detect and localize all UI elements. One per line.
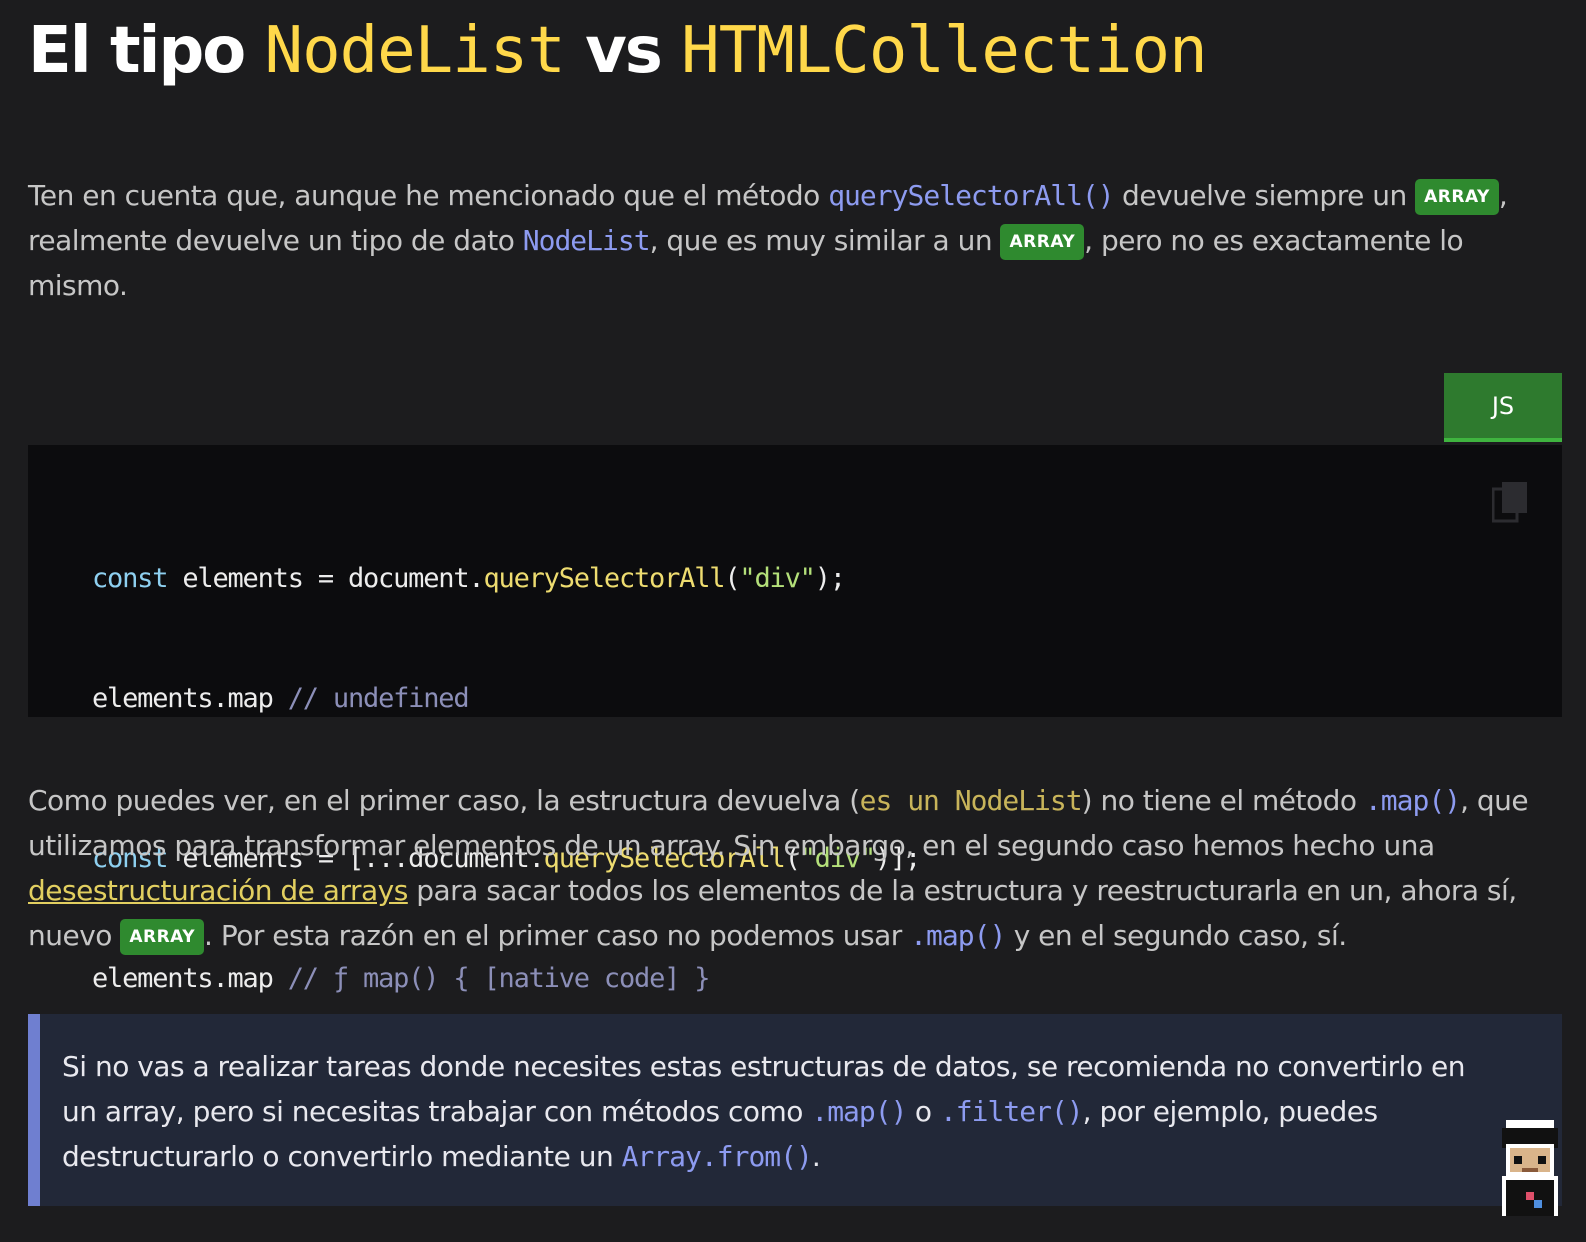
code-text: ( xyxy=(724,563,740,594)
text: ) no tiene el método xyxy=(1081,784,1365,817)
code-line: elements.map // ƒ map() { [native code] … xyxy=(92,959,920,999)
copy-icon[interactable] xyxy=(1492,481,1528,523)
code-keyword: const xyxy=(92,563,168,594)
inline-code-nodelist: NodeList xyxy=(522,224,651,257)
inline-code-map: .map() xyxy=(811,1095,907,1128)
code-language-tab[interactable]: JS xyxy=(1444,373,1562,442)
code-function: querySelectorAll xyxy=(483,563,725,594)
text: , que es muy similar a un xyxy=(649,224,1001,257)
tip-text: Si no vas a realizar tareas donde necesi… xyxy=(62,1044,1502,1179)
array-badge: ARRAY xyxy=(1000,224,1085,260)
code-text: ); xyxy=(814,563,846,594)
text: . xyxy=(811,1140,821,1173)
text: Ten en cuenta que, aunque he mencionado … xyxy=(28,179,829,212)
code-comment: // undefined xyxy=(287,683,470,714)
title-vs: vs xyxy=(585,14,663,88)
code-comment: // ƒ map() { [native code] } xyxy=(287,963,711,994)
page-title: El tipo NodeList vs HTMLCollection xyxy=(28,14,1208,88)
inline-code-es-un-nodelist: es un NodeList xyxy=(859,784,1083,817)
title-code-nodelist: NodeList xyxy=(264,14,566,88)
text: . Por esta razón en el primer caso no po… xyxy=(204,919,911,952)
code-text: elements = document. xyxy=(167,563,484,594)
inline-code-map: .map() xyxy=(910,919,1006,952)
intro-paragraph: Ten en cuenta que, aunque he mencionado … xyxy=(28,173,1548,308)
inline-code-array-from: Array.from() xyxy=(621,1140,813,1173)
explanation-paragraph: Como puedes ver, en el primer caso, la e… xyxy=(28,778,1548,958)
title-prefix: El tipo xyxy=(28,14,246,88)
inline-code-filter: .filter() xyxy=(939,1095,1084,1128)
inline-code-map: .map() xyxy=(1364,784,1461,817)
title-code-htmlcollection: HTMLCollection xyxy=(681,14,1207,88)
pixel-avatar xyxy=(1502,1120,1558,1216)
tip-callout: Si no vas a realizar tareas donde necesi… xyxy=(28,1014,1562,1206)
text: o xyxy=(906,1095,940,1128)
array-badge: ARRAY xyxy=(1415,179,1499,215)
code-line: const elements = document.querySelectorA… xyxy=(92,559,920,599)
array-badge: ARRAY xyxy=(120,919,205,955)
link-desestructuracion-arrays[interactable]: desestructuración de arrays xyxy=(28,874,408,907)
code-text: elements.map xyxy=(92,683,288,714)
code-string: "div" xyxy=(739,563,815,594)
inline-code-queryselectorall: querySelectorAll() xyxy=(828,179,1114,212)
code-line: elements.map // undefined xyxy=(92,679,920,719)
text: Como puedes ver, en el primer caso, la e… xyxy=(28,784,860,817)
code-text: elements.map xyxy=(92,963,288,994)
text: y en el segundo caso, sí. xyxy=(1005,919,1347,952)
text: devuelve siempre un xyxy=(1113,179,1416,212)
code-block: const elements = document.querySelectorA… xyxy=(28,445,1562,994)
